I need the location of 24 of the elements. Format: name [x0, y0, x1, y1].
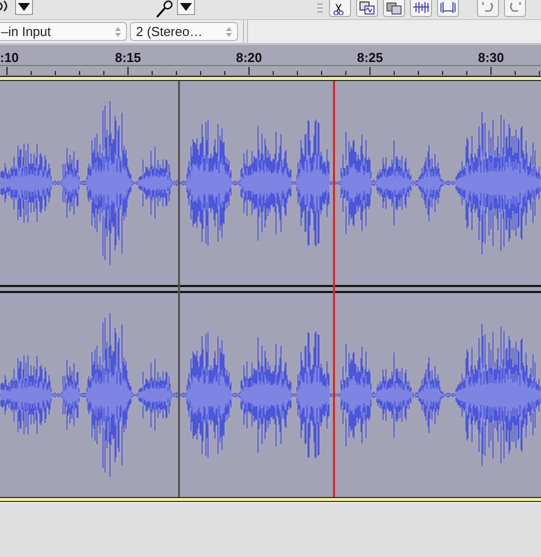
dropdown-button[interactable] — [15, 0, 33, 15]
copy-icon — [358, 1, 376, 15]
trim-icon — [412, 1, 430, 15]
microphone-icon — [155, 0, 173, 18]
time-label: 8:25 — [356, 50, 384, 65]
up-down-arrows-icon — [226, 26, 232, 36]
paste-button[interactable] — [383, 0, 405, 17]
redo-button[interactable] — [504, 0, 526, 17]
time-label: 8:15 — [114, 50, 142, 65]
trim-button[interactable] — [410, 0, 432, 17]
paste-icon — [385, 1, 403, 15]
dropdown-button[interactable] — [177, 0, 195, 15]
time-label: :10 — [0, 50, 19, 65]
silence-icon — [439, 1, 457, 15]
up-down-arrows-icon — [115, 26, 121, 36]
silence-button[interactable] — [437, 0, 459, 17]
time-label: 8:20 — [236, 50, 262, 65]
channels-dropdown[interactable]: 2 (Stereo… — [130, 22, 238, 41]
cut-button[interactable] — [329, 0, 351, 17]
copy-button[interactable] — [356, 0, 378, 17]
undo-button[interactable] — [477, 0, 499, 17]
time-label: 8:30 — [478, 50, 504, 65]
speaker-icon — [0, 0, 10, 12]
input-source-dropdown[interactable]: –in Input — [0, 22, 127, 41]
